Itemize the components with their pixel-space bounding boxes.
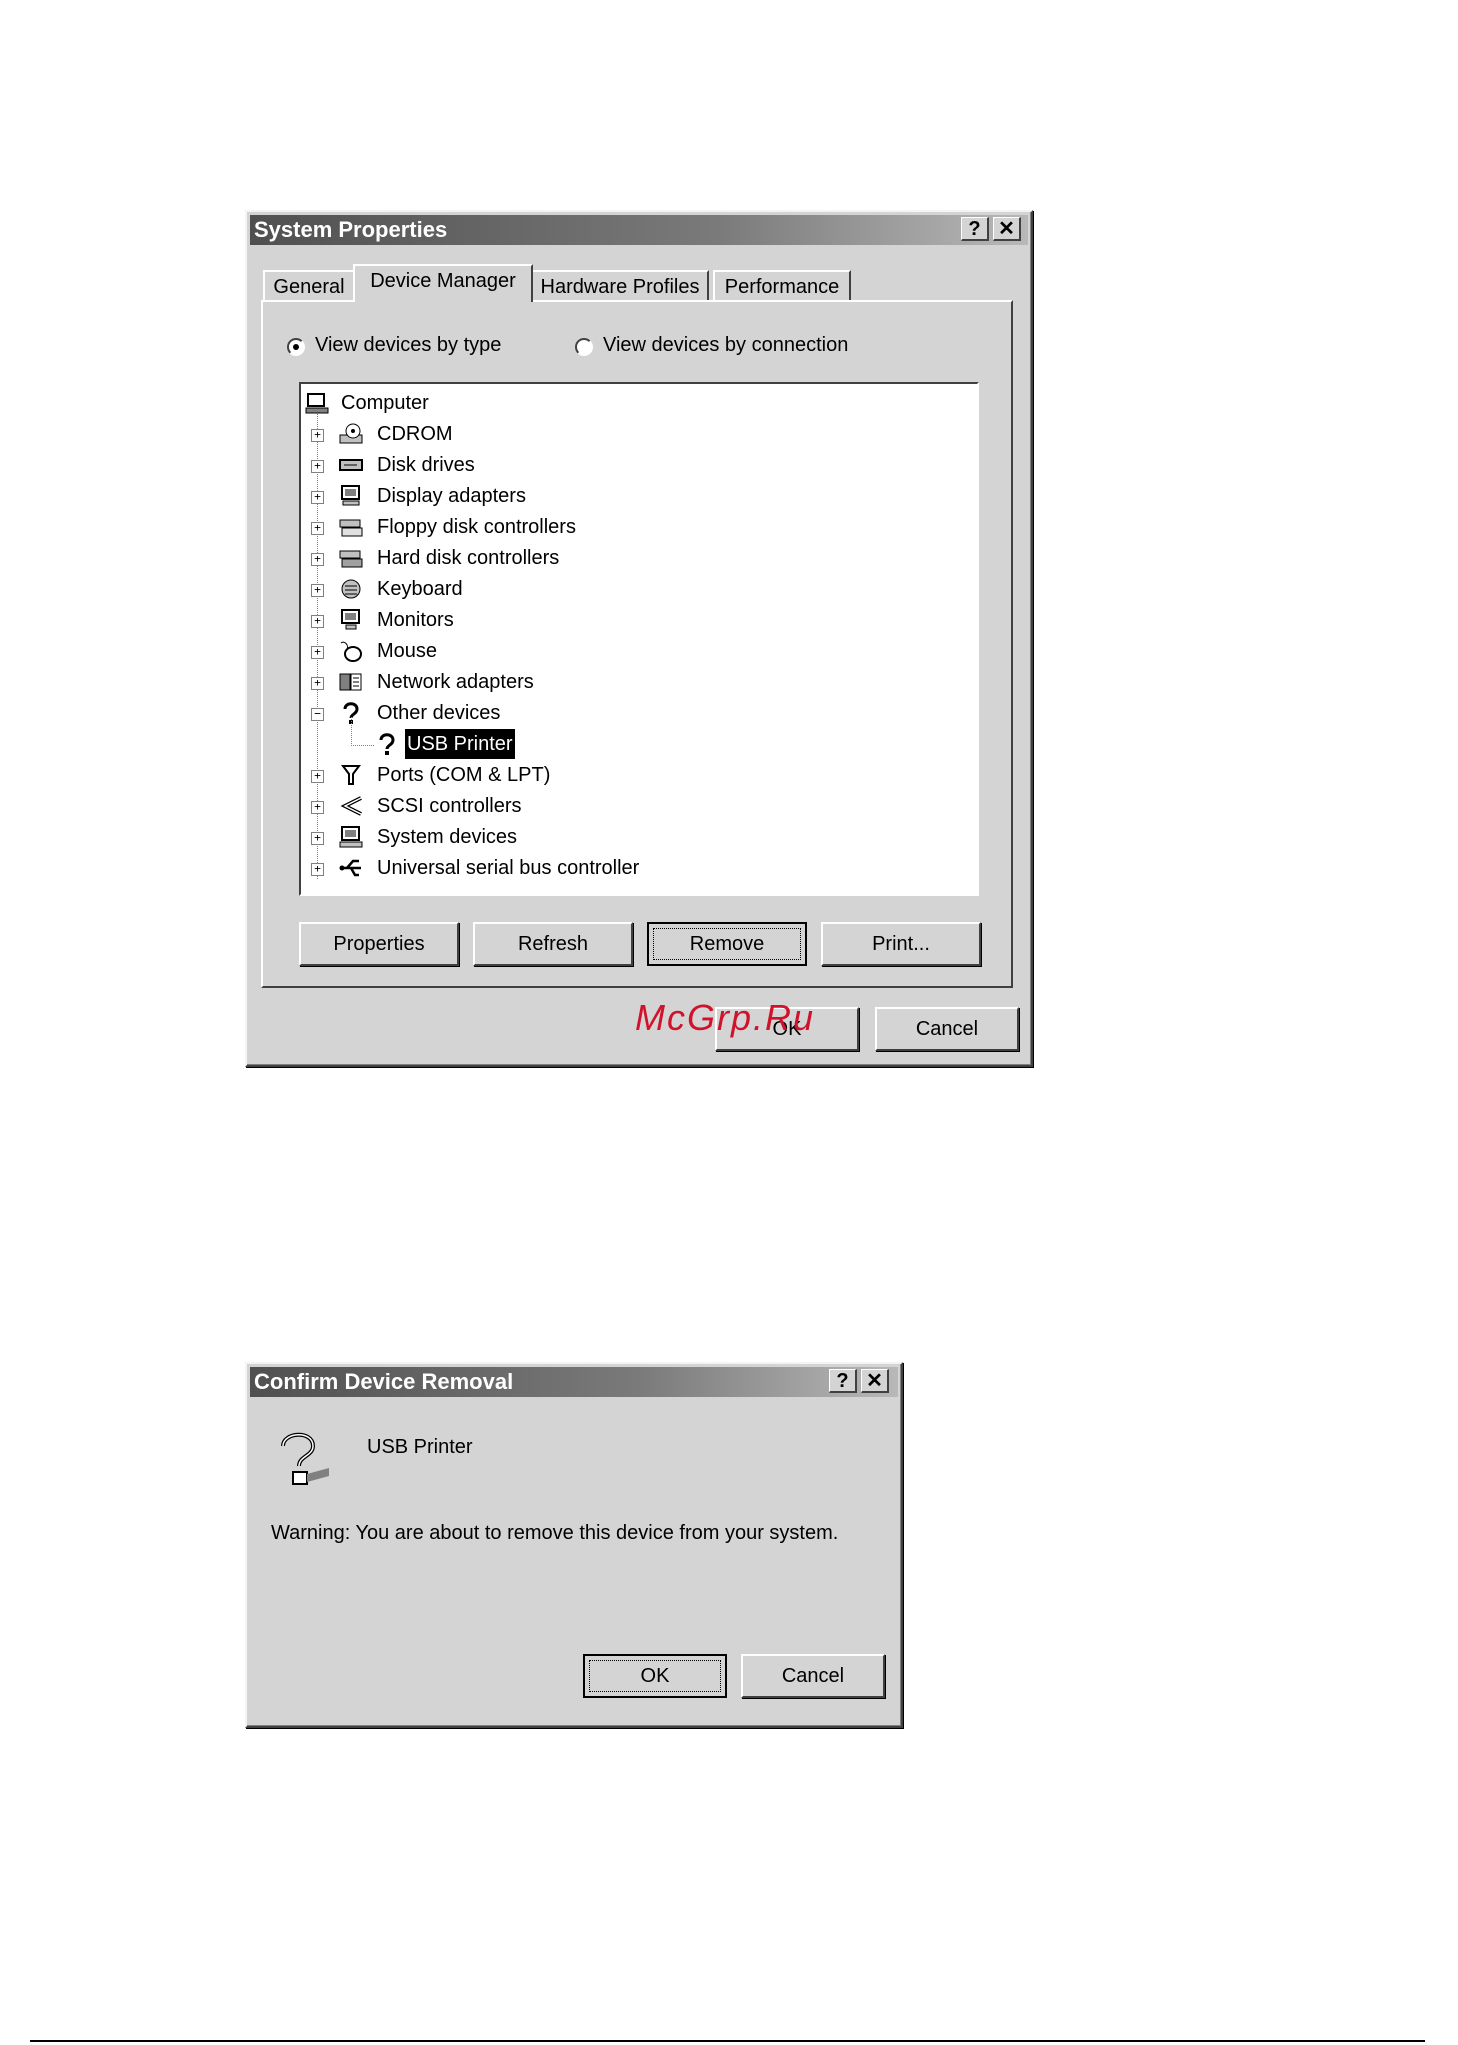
tree-item-system-devices[interactable]: + System devices <box>301 822 977 852</box>
device-name: USB Printer <box>367 1436 473 1458</box>
radio-view-by-type[interactable] <box>287 338 305 356</box>
scsi-icon <box>340 796 362 816</box>
collapse-icon[interactable]: − <box>311 708 324 721</box>
tree-item-label: Network adapters <box>377 671 534 693</box>
expand-icon[interactable]: + <box>311 863 324 876</box>
monitor-icon <box>341 609 360 630</box>
tree-item-label: CDROM <box>377 423 453 445</box>
system-device-icon <box>339 826 363 848</box>
tree-item-label: Keyboard <box>377 578 463 600</box>
tree-item-label: SCSI controllers <box>377 795 522 817</box>
expand-icon[interactable]: + <box>311 615 324 628</box>
title-bar[interactable]: System Properties <box>250 215 1028 245</box>
tree-item-monitors[interactable]: + Monitors <box>301 605 977 635</box>
system-properties-window: System Properties ? ✕ General Device Man… <box>245 210 1033 1067</box>
tree-item-hard-disk-controllers[interactable]: + Hard disk controllers <box>301 543 977 573</box>
tab-hardware-profiles[interactable]: Hardware Profiles <box>531 270 709 302</box>
tree-item-ports-com-lpt[interactable]: + Ports (COM & LPT) <box>301 760 977 790</box>
tree-item-label: System devices <box>377 826 518 848</box>
expand-icon[interactable]: + <box>311 801 324 814</box>
tree-item-label: Computer <box>341 392 429 414</box>
tree-item-universal-serial-bus-controller[interactable]: + Universal serial bus controller <box>301 853 977 883</box>
expand-icon[interactable]: + <box>311 770 324 783</box>
warning-text: Warning: You are about to remove this de… <box>271 1522 839 1544</box>
tree-connector <box>351 717 374 746</box>
tree-item-label: Universal serial bus controller <box>377 857 640 879</box>
properties-button[interactable]: Properties <box>299 922 459 966</box>
expand-icon[interactable]: + <box>311 832 324 845</box>
tree-item-label: Display adapters <box>377 485 526 507</box>
watermark-text: McGrp.Ru <box>635 997 816 1038</box>
cdrom-icon <box>339 423 363 444</box>
hard-disk-controller-icon <box>339 550 363 568</box>
tree-item-label: Hard disk controllers <box>377 547 560 569</box>
tree-item-label: Ports (COM & LPT) <box>377 764 551 786</box>
display-adapter-icon <box>341 485 360 506</box>
close-button[interactable]: ✕ <box>993 217 1021 241</box>
tree-item-cdrom[interactable]: + CDROM <box>301 419 977 449</box>
radio-view-by-type-label[interactable]: View devices by type <box>315 334 501 357</box>
expand-icon[interactable]: + <box>311 460 324 473</box>
expand-icon[interactable]: + <box>311 491 324 504</box>
tree-item-mouse[interactable]: + Mouse <box>301 636 977 666</box>
window-title: System Properties <box>254 217 448 242</box>
tree-item-display-adapters[interactable]: + Display adapters <box>301 481 977 511</box>
usb-icon <box>339 859 361 877</box>
remove-button[interactable]: Remove <box>647 922 807 966</box>
tree-item-network-adapters[interactable]: + Network adapters <box>301 667 977 697</box>
expand-icon[interactable]: + <box>311 646 324 659</box>
floppy-controller-icon <box>339 519 363 537</box>
network-adapter-icon <box>339 673 362 691</box>
tree-item-other-devices[interactable]: − Other devices <box>301 698 977 728</box>
radio-view-by-connection[interactable] <box>575 338 593 356</box>
keyboard-icon <box>341 579 361 599</box>
tree-item-label: Disk drives <box>377 454 475 476</box>
help-button[interactable]: ? <box>961 217 989 241</box>
question-mark-icon <box>379 733 395 755</box>
port-icon <box>341 765 361 785</box>
refresh-button[interactable]: Refresh <box>473 922 633 966</box>
page-bottom-rule <box>30 2040 1425 2042</box>
tab-general[interactable]: General <box>263 270 355 302</box>
radio-view-by-connection-label[interactable]: View devices by connection <box>603 334 848 357</box>
tree-item-label: Mouse <box>377 640 438 662</box>
device-tree[interactable]: Computer + CDROM + Disk drives + Display adapt… <box>299 382 979 896</box>
print-button[interactable]: Print... <box>821 922 981 966</box>
tree-item-usb-printer[interactable]: USB Printer <box>301 717 977 759</box>
mouse-icon <box>340 641 362 662</box>
dialog-title: Confirm Device Removal <box>254 1369 514 1394</box>
tree-item-disk-drives[interactable]: + Disk drives <box>301 450 977 480</box>
cancel-button[interactable]: Cancel <box>741 1654 885 1698</box>
close-button[interactable]: ✕ <box>861 1369 889 1393</box>
tree-item-label: Floppy disk controllers <box>377 516 576 538</box>
tree-item-keyboard[interactable]: + Keyboard <box>301 574 977 604</box>
tree-item-label: Monitors <box>377 609 454 631</box>
tab-device-manager[interactable]: Device Manager <box>353 264 533 302</box>
question-mark-device-icon <box>281 1432 329 1485</box>
tree-item-scsi-controllers[interactable]: + SCSI controllers <box>301 791 977 821</box>
tree-item-label: Other devices <box>377 702 501 724</box>
expand-icon[interactable]: + <box>311 429 324 442</box>
device-manager-panel: View devices by type View devices by con… <box>261 300 1013 988</box>
title-bar[interactable]: Confirm Device Removal <box>250 1367 898 1397</box>
ok-button[interactable]: OK <box>583 1654 727 1698</box>
help-button[interactable]: ? <box>829 1369 857 1393</box>
tab-performance[interactable]: Performance <box>713 270 851 302</box>
tree-item-floppy-disk-controllers[interactable]: + Floppy disk controllers <box>301 512 977 542</box>
expand-icon[interactable]: + <box>311 522 324 535</box>
computer-icon <box>305 393 329 414</box>
expand-icon[interactable]: + <box>311 553 324 566</box>
cancel-button[interactable]: Cancel <box>875 1007 1019 1051</box>
disk-drive-icon <box>339 459 363 471</box>
expand-icon[interactable]: + <box>311 584 324 597</box>
tree-item-label: USB Printer <box>405 729 515 759</box>
confirm-removal-dialog: Confirm Device Removal ? ✕ USB Printer W… <box>245 1362 903 1728</box>
expand-icon[interactable]: + <box>311 677 324 690</box>
